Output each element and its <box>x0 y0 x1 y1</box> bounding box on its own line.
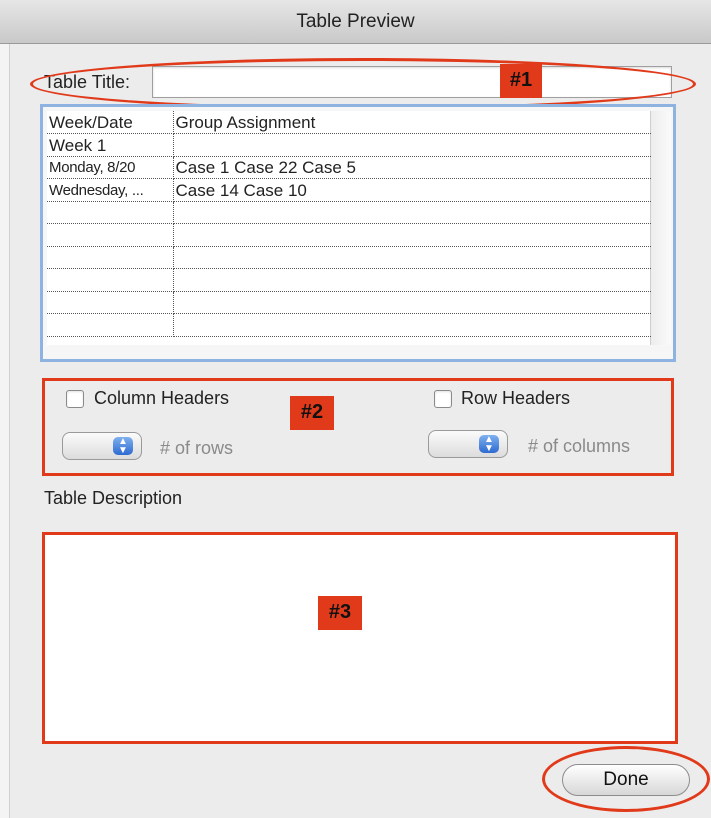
table-row[interactable]: Wednesday, ... Case 14 Case 10 <box>47 178 651 202</box>
row-headers-checkbox[interactable] <box>434 390 452 408</box>
annotation-badge-3: #3 <box>318 596 362 630</box>
table-row[interactable]: Monday, 8/20 Case 1 Case 22 Case 5 <box>47 156 651 179</box>
row-headers-label[interactable]: Row Headers <box>461 388 570 409</box>
table-row[interactable] <box>47 313 651 337</box>
table-preview-grid[interactable]: Week/Date Group Assignment Week 1 Monday… <box>40 104 676 362</box>
table-cell[interactable] <box>173 223 651 247</box>
table-cell[interactable] <box>173 268 651 292</box>
table-row[interactable] <box>47 246 651 269</box>
annotation-badge-1: #1 <box>500 64 542 98</box>
table-cell[interactable] <box>173 313 651 337</box>
table-row[interactable] <box>47 223 651 247</box>
table-cell[interactable]: Wednesday, ... <box>47 178 174 202</box>
table-title-label: Table Title: <box>44 72 131 92</box>
table-cell[interactable]: Monday, 8/20 <box>47 156 174 179</box>
columns-count-select[interactable]: ▲ ▼ <box>428 430 508 458</box>
vertical-scrollbar[interactable] <box>651 111 671 345</box>
table-cell[interactable]: Case 14 Case 10 <box>173 178 651 202</box>
table-description-input[interactable] <box>42 532 678 744</box>
table-grid-area: Week/Date Group Assignment Week 1 Monday… <box>47 111 651 345</box>
table-cell[interactable] <box>173 201 651 224</box>
table-row[interactable] <box>47 268 651 292</box>
table-cell[interactable] <box>173 133 651 157</box>
up-down-arrows-icon: ▲ ▼ <box>479 435 499 454</box>
columns-count-label: # of columns <box>528 436 631 456</box>
table-grid: Week/Date Group Assignment Week 1 Monday… <box>47 111 651 337</box>
table-description-heading: Table Description <box>44 488 183 508</box>
table-cell[interactable] <box>173 246 651 269</box>
table-cell[interactable] <box>47 268 174 292</box>
table-row[interactable]: Week/Date Group Assignment <box>47 111 651 134</box>
annotation-badge-2: #2 <box>290 396 334 430</box>
table-cell[interactable] <box>47 223 174 247</box>
table-row[interactable]: Week 1 <box>47 133 651 157</box>
table-cell[interactable]: Case 1 Case 22 Case 5 <box>173 156 651 179</box>
window-edge <box>0 44 10 818</box>
window-title: Table Preview <box>0 0 711 44</box>
rows-count-select[interactable]: ▲ ▼ <box>62 432 142 460</box>
table-cell[interactable] <box>47 201 174 224</box>
table-cell[interactable]: Week/Date <box>47 111 174 134</box>
table-cell[interactable]: Week 1 <box>47 133 174 157</box>
column-headers-checkbox[interactable] <box>66 390 84 408</box>
table-row[interactable] <box>47 201 651 224</box>
table-cell[interactable] <box>47 291 174 314</box>
table-cell[interactable] <box>173 291 651 314</box>
up-down-arrows-icon: ▲ ▼ <box>113 437 133 456</box>
table-cell[interactable]: Group Assignment <box>173 111 651 134</box>
table-cell[interactable] <box>47 246 174 269</box>
column-headers-label[interactable]: Column Headers <box>94 388 229 409</box>
table-row[interactable] <box>47 291 651 314</box>
rows-count-label: # of rows <box>160 438 234 458</box>
done-button[interactable]: Done <box>562 764 690 796</box>
table-title-input[interactable] <box>152 66 672 98</box>
table-cell[interactable] <box>47 313 174 337</box>
